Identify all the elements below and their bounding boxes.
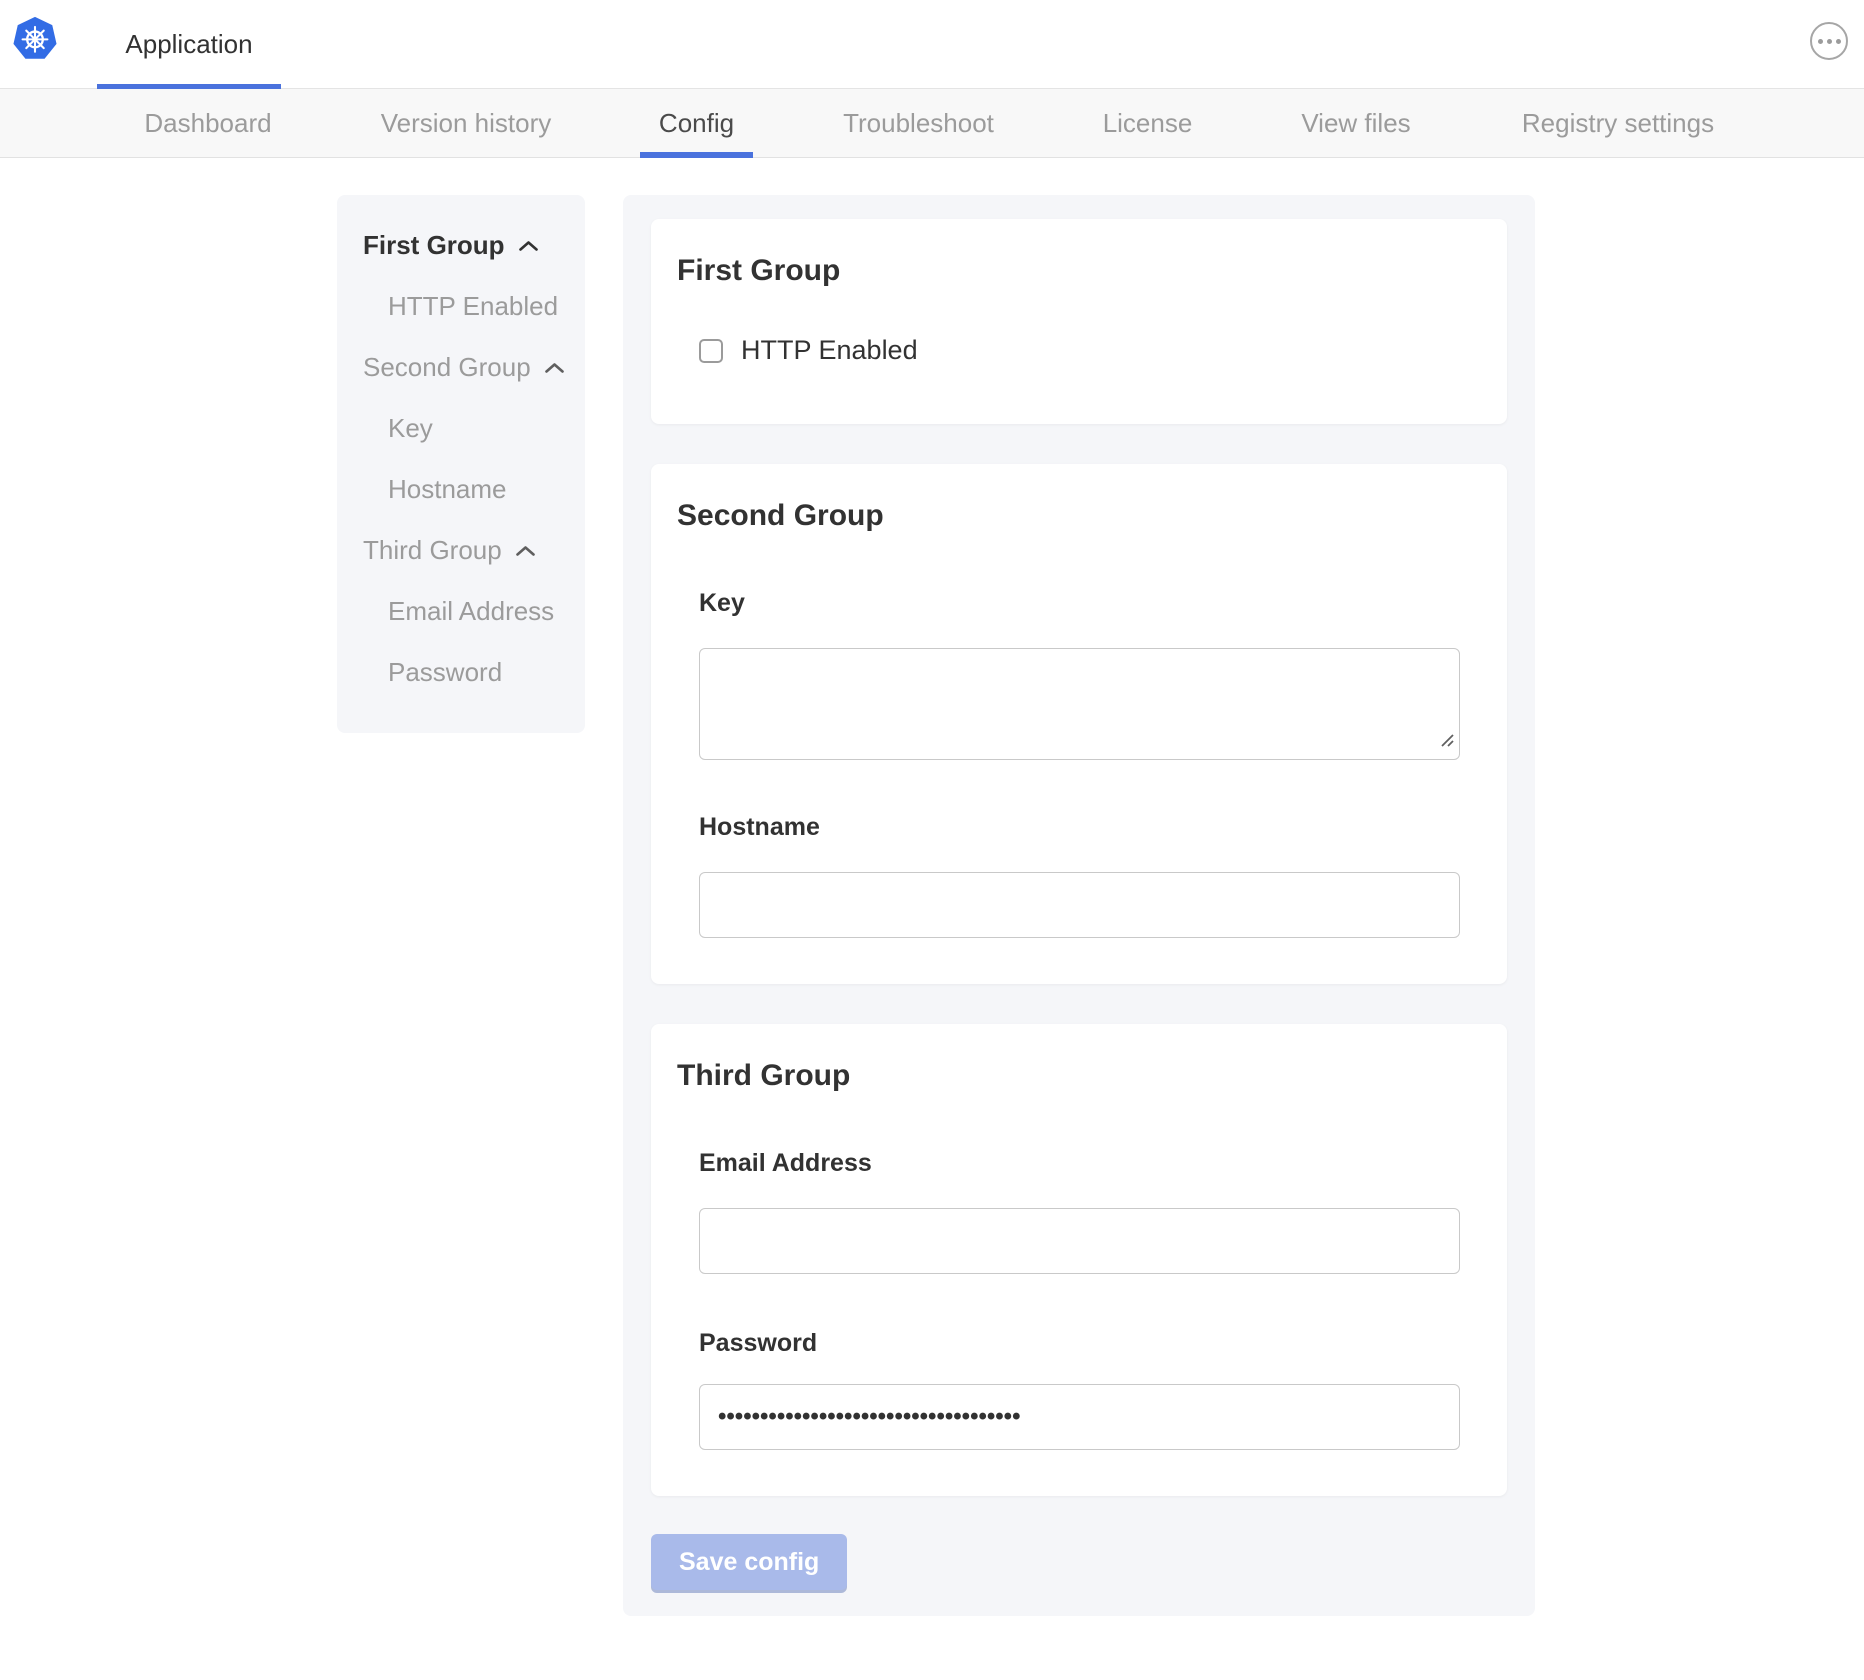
textarea-resize-handle[interactable] (1439, 732, 1455, 753)
app-nav-bar: Dashboard Version history Config Trouble… (0, 89, 1864, 158)
more-options-button[interactable] (1810, 22, 1848, 60)
group-title: Third Group (677, 1058, 1460, 1094)
tab-license[interactable]: License (1102, 89, 1193, 157)
email-address-input[interactable] (699, 1208, 1460, 1274)
top-header: Application (0, 0, 1864, 89)
save-config-button[interactable]: Save config (651, 1534, 847, 1590)
sidebar-item-hostname[interactable]: Hostname (337, 459, 585, 520)
tab-version-history[interactable]: Version history (378, 89, 554, 157)
ellipsis-icon (1818, 39, 1823, 44)
email-address-label: Email Address (699, 1148, 1460, 1178)
chevron-up-icon (544, 362, 565, 374)
http-enabled-label: HTTP Enabled (741, 335, 918, 366)
tab-dashboard[interactable]: Dashboard (143, 89, 273, 157)
sidebar-item-key[interactable]: Key (337, 398, 585, 459)
tab-view-files[interactable]: View files (1297, 89, 1415, 157)
tab-registry-settings[interactable]: Registry settings (1518, 89, 1718, 157)
sidebar-item-password[interactable]: Password (337, 642, 585, 703)
config-group-card-third-group: Third Group Email Address Password (651, 1024, 1507, 1496)
hostname-input[interactable] (699, 872, 1460, 938)
config-sidebar: First Group HTTP Enabled Second Group Ke… (337, 195, 585, 733)
password-input[interactable] (699, 1384, 1460, 1450)
app-tab-application[interactable]: Application (97, 0, 281, 88)
tab-troubleshoot[interactable]: Troubleshoot (840, 89, 997, 157)
sidebar-group-third-group[interactable]: Third Group (337, 520, 585, 581)
kubernetes-logo-icon (12, 15, 58, 61)
sidebar-group-second-group[interactable]: Second Group (337, 337, 585, 398)
sidebar-item-email-address[interactable]: Email Address (337, 581, 585, 642)
chevron-up-icon (518, 240, 539, 252)
http-enabled-checkbox[interactable] (699, 339, 723, 363)
sidebar-group-first-group[interactable]: First Group (337, 215, 585, 276)
password-label: Password (699, 1328, 1460, 1358)
config-group-card-first-group: First Group HTTP Enabled (651, 219, 1507, 424)
group-title: Second Group (677, 498, 1460, 534)
chevron-up-icon (515, 545, 536, 557)
tab-config[interactable]: Config (640, 89, 753, 157)
http-enabled-checkbox-row[interactable]: HTTP Enabled (699, 335, 1460, 366)
key-label: Key (699, 588, 1460, 618)
group-title: First Group (677, 253, 1460, 289)
key-textarea[interactable] (699, 648, 1460, 760)
hostname-label: Hostname (699, 812, 1460, 842)
sidebar-item-http-enabled[interactable]: HTTP Enabled (337, 276, 585, 337)
config-main-panel: First Group HTTP Enabled Second Group Ke… (623, 195, 1535, 1616)
config-group-card-second-group: Second Group Key Hostname (651, 464, 1507, 984)
